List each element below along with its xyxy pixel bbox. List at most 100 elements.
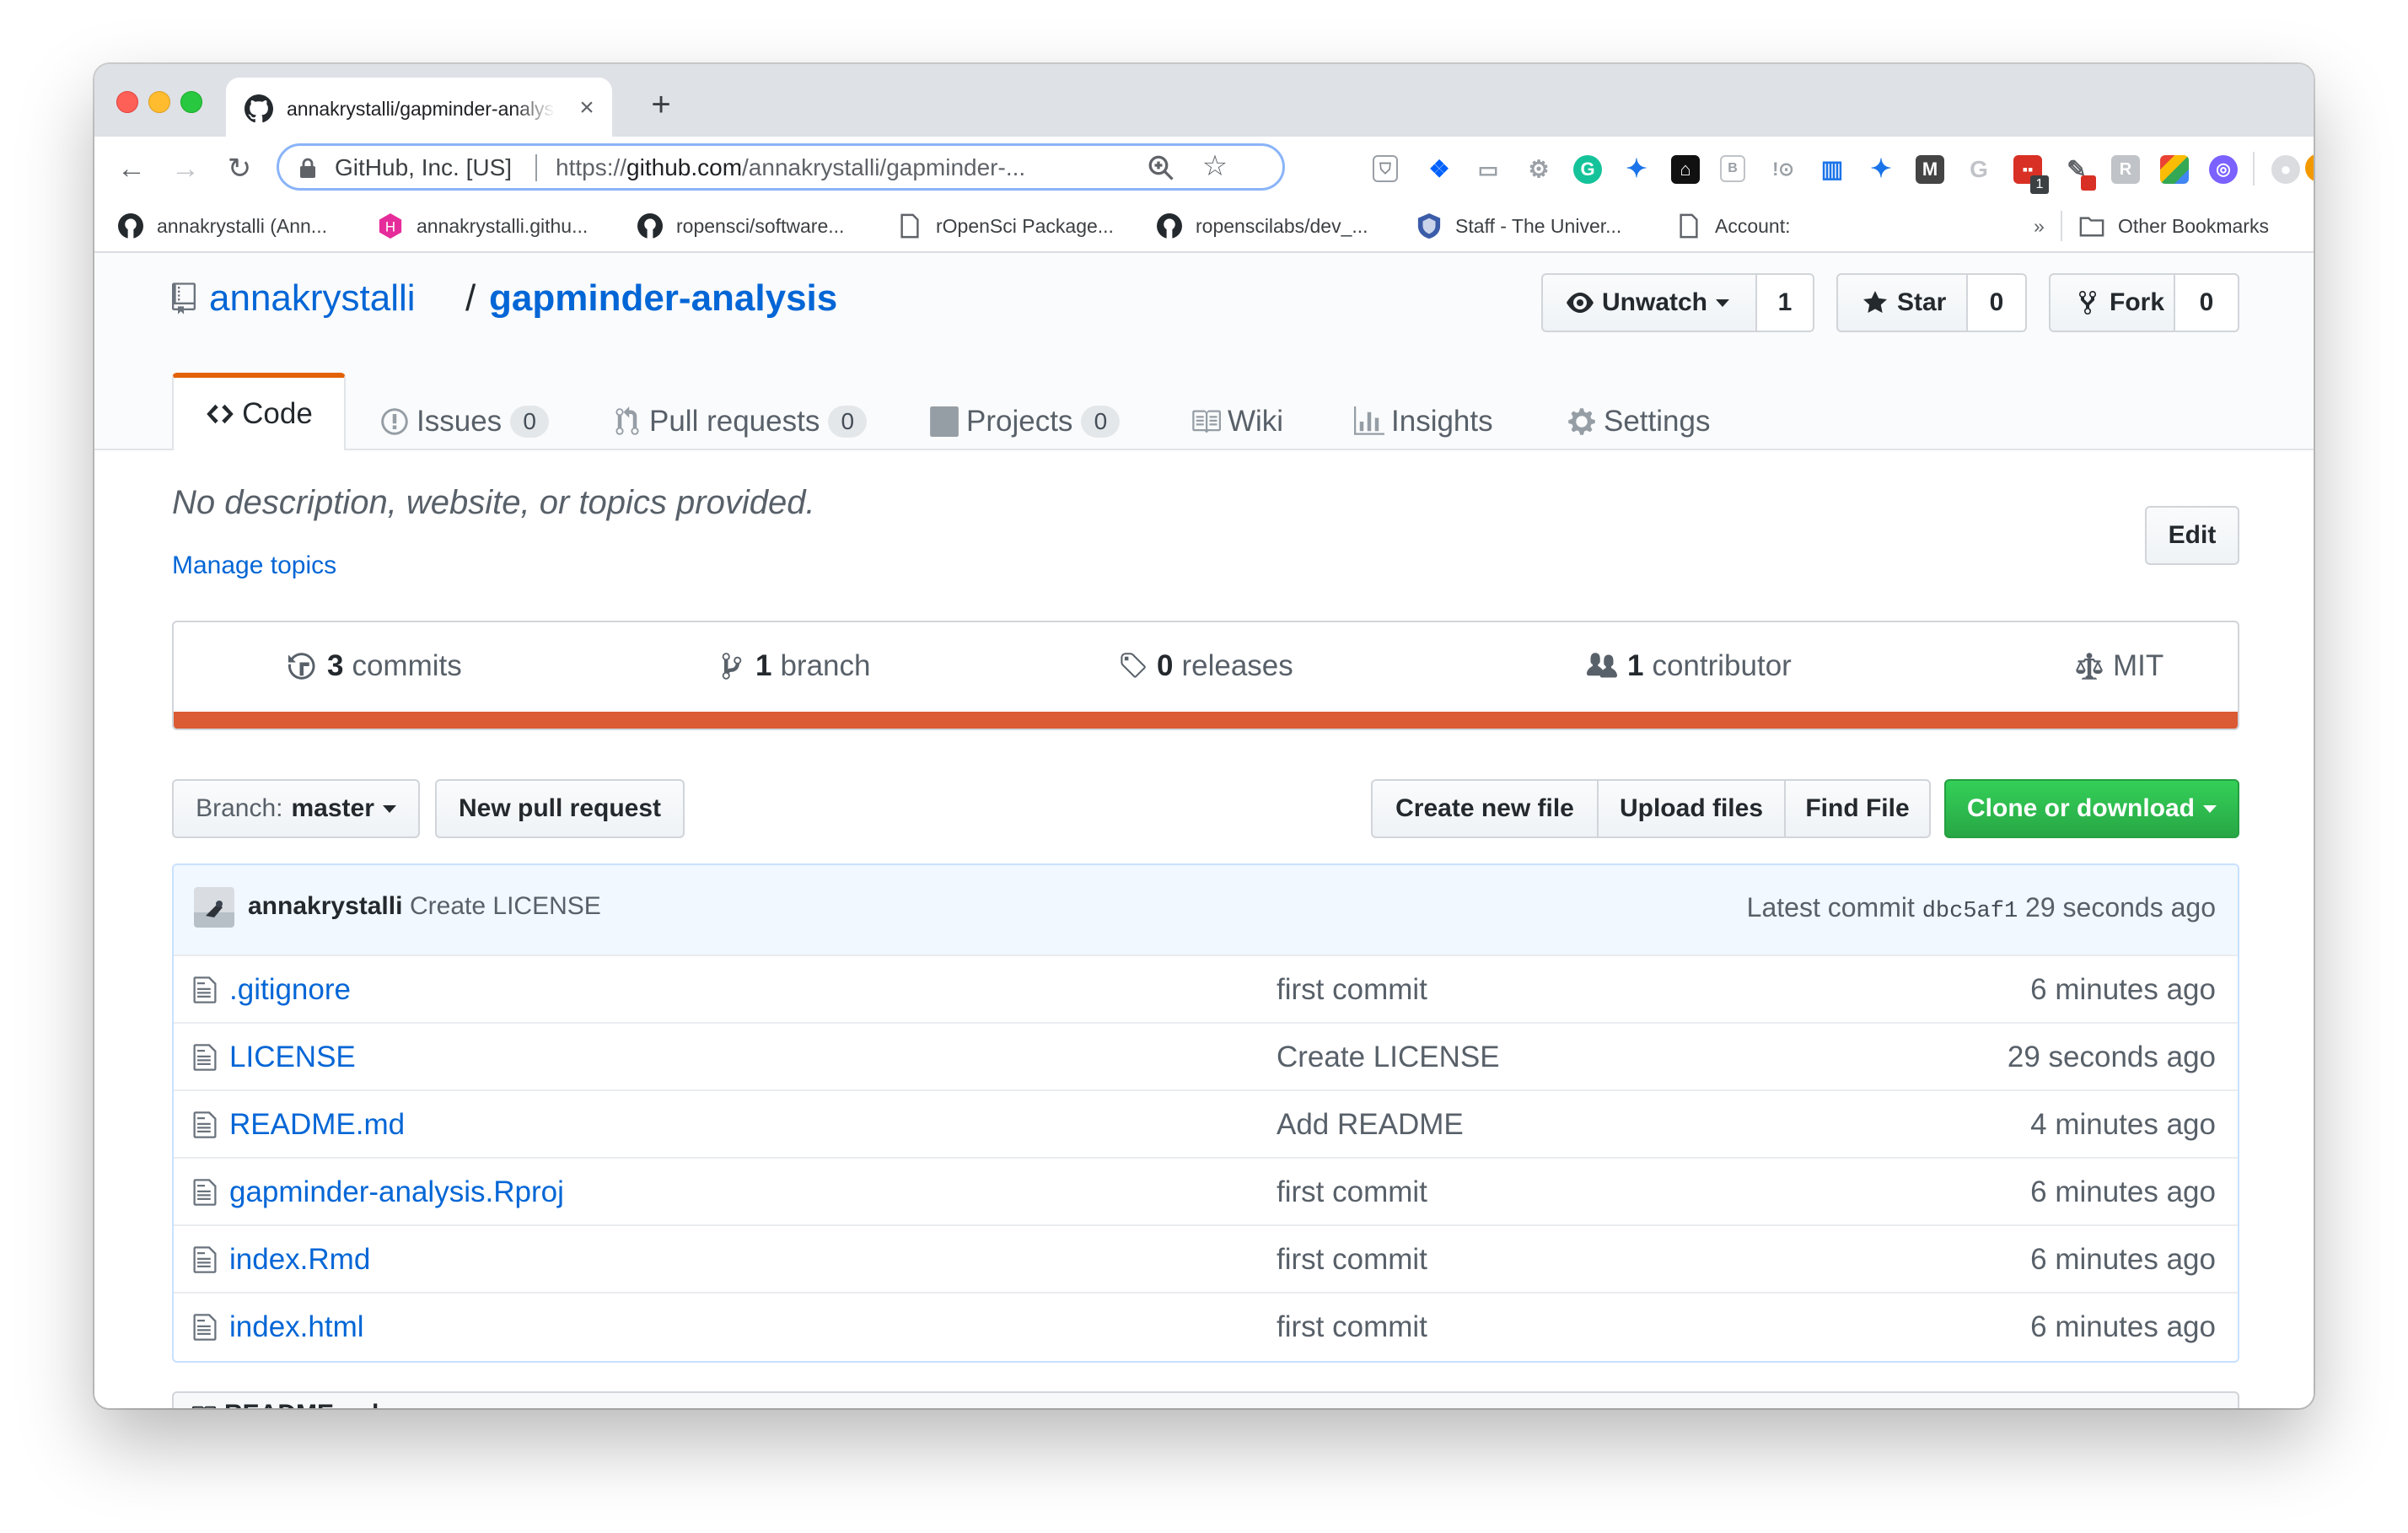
address-bar[interactable]: GitHub, Inc. [US] https://github.com/ann…	[277, 143, 1285, 191]
create-new-file-button[interactable]: Create new file	[1371, 779, 1599, 838]
bookmark-star-icon[interactable]: ☆	[1198, 149, 1232, 183]
tab-label: Insights	[1391, 405, 1493, 438]
license-link[interactable]: MIT	[2074, 643, 2163, 690]
bookmark-item[interactable]: ropenscilabs/dev_...	[1157, 212, 1368, 239]
file-name-link[interactable]: README.md	[229, 1108, 405, 1142]
url-path: /annakrystalli/gapminder-...	[742, 154, 1026, 180]
file-name-link[interactable]: LICENSE	[229, 1041, 356, 1074]
contributors-link[interactable]: 1 contributor	[1585, 643, 1792, 690]
file-commit-message[interactable]: first commit	[1277, 1310, 1427, 1344]
commit-message[interactable]: Create LICENSE	[410, 892, 601, 921]
table-row: LICENSE Create LICENSE 29 seconds ago	[174, 1022, 2238, 1091]
commit-author[interactable]: annakrystalli	[248, 892, 402, 921]
tab-issues[interactable]: Issues 0	[379, 393, 550, 450]
zoom-window-button[interactable]	[180, 91, 202, 113]
clone-or-download-button[interactable]: Clone or download	[1944, 779, 2239, 838]
puzzle-extension-icon-2[interactable]: ✦	[1867, 155, 1895, 184]
file-commit-message[interactable]: first commit	[1277, 973, 1427, 1007]
medium-icon[interactable]: M	[1916, 155, 1944, 184]
bookmark-item[interactable]: Account:	[1676, 212, 1791, 239]
url-text[interactable]: https://github.com/annakrystalli/gapmind…	[556, 153, 1095, 182]
google-apps-icon[interactable]	[2160, 155, 2189, 184]
bookmark-item[interactable]: annakrystalli (Ann...	[118, 212, 327, 239]
bookmark-item[interactable]: ropensci/software...	[637, 212, 844, 239]
history-icon	[288, 653, 315, 680]
file-name-link[interactable]: gapminder-analysis.Rproj	[229, 1175, 564, 1209]
library-extension-icon[interactable]: ▥	[1818, 155, 1846, 184]
find-file-button[interactable]: Find File	[1784, 779, 1931, 838]
bookmark-item[interactable]: H annakrystalli.githu...	[378, 212, 588, 239]
zoom-icon[interactable]	[1146, 153, 1176, 183]
tab-settings[interactable]: Settings	[1567, 393, 1710, 450]
file-icon	[193, 976, 217, 1003]
edit-description-button[interactable]: Edit	[2145, 506, 2239, 565]
commit-sha-link[interactable]: dbc5af1	[1922, 899, 2018, 924]
file-name-link[interactable]: index.Rmd	[229, 1243, 370, 1277]
update-icon[interactable]: ↑	[2305, 153, 2314, 182]
stargazers-count[interactable]: 0	[1968, 273, 2027, 332]
tag-icon	[1121, 653, 1146, 678]
lock-extension-icon[interactable]: ⌂	[1671, 155, 1700, 184]
releases-count: 0	[1157, 649, 1174, 682]
fork-button[interactable]: Fork	[2049, 273, 2175, 332]
law-icon	[2076, 653, 2103, 680]
language-bar[interactable]	[174, 712, 2238, 729]
file-commit-message[interactable]: first commit	[1277, 1243, 1427, 1277]
puzzle-extension-icon[interactable]: ✦	[1622, 155, 1651, 184]
people-icon	[1587, 653, 1617, 678]
dropbox-icon[interactable]: ❖	[1425, 155, 1454, 184]
file-commit-message[interactable]: Create LICENSE	[1277, 1041, 1500, 1074]
repo-owner-link[interactable]: annakrystalli	[209, 275, 416, 322]
reload-icon[interactable]: ↻	[219, 148, 260, 189]
manage-topics-link[interactable]: Manage topics	[172, 551, 336, 580]
gear-extension-icon[interactable]: ⚙	[1524, 155, 1553, 184]
close-window-button[interactable]	[116, 91, 138, 113]
avatar[interactable]	[194, 887, 234, 928]
new-pull-request-button[interactable]: New pull request	[435, 779, 685, 838]
github-icon	[1157, 213, 1182, 239]
repo-name-link[interactable]: gapminder-analysis	[489, 275, 837, 322]
new-tab-button[interactable]: +	[642, 86, 680, 123]
file-commit-message[interactable]: Add README	[1277, 1108, 1464, 1142]
back-arrow-icon[interactable]: ←	[111, 148, 152, 189]
file-commit-message[interactable]: first commit	[1277, 1175, 1427, 1209]
forks-count[interactable]: 0	[2175, 273, 2239, 332]
upload-files-button[interactable]: Upload files	[1597, 779, 1786, 838]
bookmark-item[interactable]: rOpenSci Package...	[897, 212, 1114, 239]
tab-code[interactable]: Code	[172, 373, 346, 450]
alert-extension-icon[interactable]: !⊙	[1769, 155, 1798, 184]
branches-link[interactable]: 1 branch	[717, 643, 871, 690]
bookmark-label: annakrystalli (Ann...	[157, 214, 327, 237]
page-icon	[1680, 213, 1698, 239]
tab-pull-requests[interactable]: Pull requests 0	[612, 393, 868, 450]
other-bookmarks-folder[interactable]: Other Bookmarks	[2079, 212, 2269, 239]
grammarly-icon[interactable]: G	[1573, 155, 1602, 184]
close-tab-icon[interactable]: ×	[572, 93, 602, 123]
minimize-window-button[interactable]	[148, 91, 170, 113]
chat-extension-icon[interactable]: ▭	[1474, 155, 1502, 184]
tab-wiki[interactable]: Wiki	[1191, 393, 1283, 450]
bookmark-item[interactable]: Staff - The Univer...	[1416, 212, 1621, 239]
watchers-count[interactable]: 1	[1757, 273, 1814, 332]
shield-extension-icon[interactable]: ⛉	[1373, 155, 1398, 182]
unwatch-button[interactable]: Unwatch	[1541, 273, 1757, 332]
releases-link[interactable]: 0 releases	[1118, 643, 1293, 690]
new-pull-request-label: New pull request	[458, 794, 662, 822]
google-extension-icon[interactable]: G	[1965, 155, 1993, 184]
commits-link[interactable]: 3 commits	[288, 643, 462, 690]
browser-tab-active[interactable]: annakrystalli/gapminder-analysis ×	[226, 78, 612, 137]
r-extension-icon[interactable]: R	[2111, 155, 2140, 184]
star-label: Star	[1897, 288, 1947, 316]
forward-arrow-icon[interactable]: →	[165, 148, 206, 189]
box-extension-icon[interactable]: B	[1720, 155, 1745, 182]
profile-avatar-icon[interactable]: ●	[2271, 155, 2300, 184]
upload-files-label: Upload files	[1619, 794, 1764, 822]
tab-projects[interactable]: Projects 0	[929, 393, 1121, 450]
bookmarks-overflow-button[interactable]: »	[2034, 212, 2045, 239]
file-name-link[interactable]: index.html	[229, 1310, 364, 1344]
branch-select-button[interactable]: Branch: master	[172, 779, 420, 838]
tab-insights[interactable]: Insights	[1354, 393, 1493, 450]
circle-extension-icon[interactable]: ◎	[2209, 155, 2238, 184]
file-name-link[interactable]: .gitignore	[229, 973, 351, 1007]
star-button[interactable]: Star	[1836, 273, 1968, 332]
